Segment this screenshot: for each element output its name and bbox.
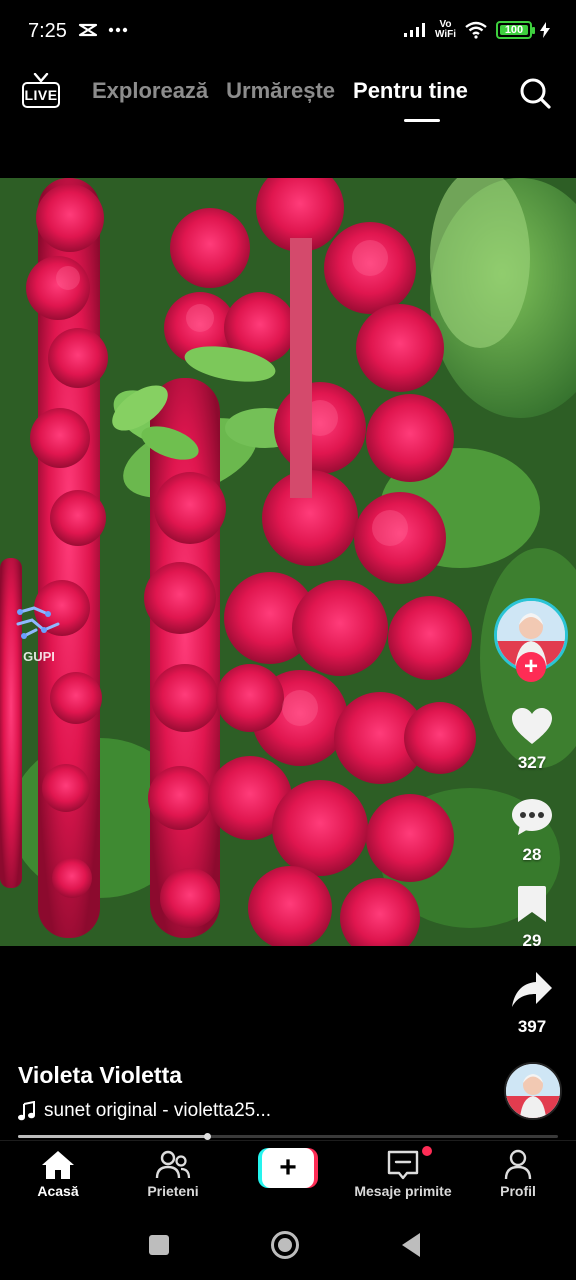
- video-frame: [0, 178, 576, 946]
- wifi-icon: [465, 21, 487, 39]
- sound-disc[interactable]: [504, 1062, 562, 1120]
- live-label: LIVE: [22, 82, 60, 108]
- video-player[interactable]: GUPI: [0, 178, 576, 946]
- home-icon: [42, 1151, 74, 1179]
- like-button[interactable]: 327: [502, 706, 562, 773]
- sound-disc-image: [506, 1064, 560, 1118]
- status-left-icons: [78, 22, 128, 38]
- sound-label: sunet original - violetta25...: [44, 1100, 272, 1121]
- live-button[interactable]: LIVE: [22, 73, 62, 110]
- save-button[interactable]: 29: [502, 884, 562, 951]
- watermark-logo-icon: [16, 606, 60, 639]
- feed-tabs: Explorează Urmărește Pentru tine: [92, 78, 468, 104]
- follow-plus-icon[interactable]: +: [516, 652, 546, 682]
- share-arrow-icon: [512, 972, 552, 1007]
- inbox-notification-dot: [422, 1146, 432, 1156]
- watermark-text: GUPI: [23, 649, 55, 664]
- video-progress-knob[interactable]: [204, 1133, 211, 1140]
- active-tab-indicator: [404, 119, 440, 122]
- like-count: 327: [517, 753, 547, 772]
- share-count: 397: [517, 1017, 547, 1036]
- home-circle-icon[interactable]: [270, 1230, 300, 1260]
- status-bar: 7:25 Vo WiFi 100: [0, 0, 576, 64]
- comment-count: 28: [522, 845, 542, 864]
- watermark: GUPI: [14, 602, 64, 666]
- search-icon[interactable]: [518, 76, 552, 110]
- system-nav-bar: [0, 1212, 576, 1280]
- bookmark-icon: [518, 886, 546, 922]
- share-button[interactable]: 397: [502, 970, 562, 1037]
- video-progress-fill: [18, 1135, 207, 1138]
- tab-for-you[interactable]: Pentru tine: [353, 78, 468, 104]
- signal-icon: [403, 23, 425, 37]
- profile-icon: [504, 1149, 532, 1180]
- author-name[interactable]: Violeta Violetta: [18, 1062, 182, 1089]
- bottom-tab-bar: Acasă Prieteni + Mesaje primite Profil: [0, 1140, 576, 1212]
- charging-bolt-icon: [540, 22, 550, 38]
- save-count: 29: [522, 931, 542, 950]
- sound-row[interactable]: sunet original - violetta25...: [18, 1100, 271, 1122]
- battery-icon: 100: [496, 21, 535, 39]
- music-note-icon: [18, 1101, 35, 1121]
- top-nav: LIVE Explorează Urmărește Pentru tine: [0, 64, 576, 128]
- back-icon[interactable]: [400, 1232, 422, 1258]
- tab-home[interactable]: Acasă: [0, 1149, 118, 1199]
- inbox-icon: [387, 1150, 419, 1180]
- heart-icon: [512, 708, 552, 744]
- tab-friends[interactable]: Prieteni: [113, 1149, 233, 1199]
- comment-button[interactable]: 28: [502, 796, 562, 865]
- create-plus-icon: +: [262, 1148, 314, 1188]
- video-progress-bar[interactable]: [18, 1133, 558, 1140]
- friends-icon: [155, 1150, 191, 1179]
- tab-profile[interactable]: Profil: [458, 1149, 576, 1199]
- status-time: 7:25: [28, 20, 67, 42]
- status-right-icons: Vo WiFi 100: [403, 20, 550, 40]
- recents-icon[interactable]: [148, 1234, 170, 1256]
- tab-inbox[interactable]: Mesaje primite: [343, 1149, 463, 1199]
- create-button[interactable]: +: [258, 1148, 318, 1188]
- tab-following[interactable]: Urmărește: [226, 78, 335, 104]
- tab-explore[interactable]: Explorează: [92, 78, 208, 104]
- more-dots-icon: [108, 27, 128, 33]
- capcut-icon: [78, 23, 98, 37]
- vowifi-label: Vo WiFi: [434, 19, 456, 40]
- comment-icon: [512, 799, 552, 835]
